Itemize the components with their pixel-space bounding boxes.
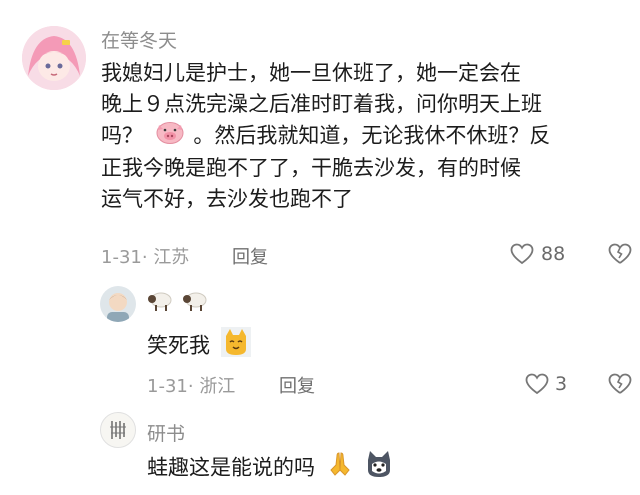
location: 浙江 xyxy=(199,376,236,397)
location: 江苏 xyxy=(153,247,190,268)
username[interactable]: 在等冬天 xyxy=(101,26,177,53)
username-emojis[interactable] xyxy=(147,290,208,316)
comment-meta: 1-31· 浙江 xyxy=(147,372,235,398)
comment-text: 笑死我 xyxy=(147,333,210,358)
husky-dog-emoji xyxy=(364,450,394,487)
comment-text: 蛙趣这是能说的吗 xyxy=(147,455,315,480)
comment-meta: 1-31· 江苏 xyxy=(101,243,189,269)
pig-face-emoji xyxy=(156,120,184,153)
sheep-emoji xyxy=(182,290,208,316)
reply-button[interactable]: 回复 xyxy=(232,243,268,269)
separator: · xyxy=(141,247,154,268)
avatar[interactable] xyxy=(100,412,136,448)
heart-icon[interactable] xyxy=(525,373,549,395)
comment-line: 正我今晚是跑不了了，干脆去沙发，有的时候 xyxy=(101,156,521,180)
comment-line: 运气不好，去沙发也跑不了 xyxy=(101,187,353,211)
comment-body: 笑死我 xyxy=(147,327,251,366)
cat-emoji xyxy=(220,327,251,366)
comment-line: 晚上９点洗完澡之后准时盯着我，问你明天上班 xyxy=(101,92,542,116)
comment-text-part: 。然后我就知道，无论我休不休班？反 xyxy=(193,123,551,148)
reply-button[interactable]: 回复 xyxy=(279,372,315,398)
comment-body: 蛙趣这是能说的吗 xyxy=(147,450,394,487)
like-count: 3 xyxy=(555,373,568,395)
comment-line: 我媳妇儿是护士，她一旦休班了，她一定会在 xyxy=(101,61,521,85)
heart-icon[interactable] xyxy=(510,243,534,265)
comment-line: 吗？ 。然后我就知道，无论我休不休班？反 xyxy=(101,120,631,153)
date: 1-31 xyxy=(147,376,188,397)
praying-hands-emoji xyxy=(326,450,354,487)
sheep-emoji xyxy=(147,290,173,316)
username[interactable]: 研书 xyxy=(147,419,185,446)
avatar[interactable] xyxy=(100,286,136,322)
broken-heart-icon[interactable] xyxy=(608,243,632,265)
broken-heart-icon[interactable] xyxy=(608,373,632,395)
comment-text-part: 吗？ xyxy=(101,123,143,148)
comment-body: 我媳妇儿是护士，她一旦休班了，她一定会在 晚上９点洗完澡之后准时盯着我，问你明天… xyxy=(101,58,631,215)
separator: · xyxy=(187,376,200,397)
date: 1-31 xyxy=(101,247,142,268)
avatar[interactable] xyxy=(22,26,86,90)
like-count: 88 xyxy=(541,243,566,265)
